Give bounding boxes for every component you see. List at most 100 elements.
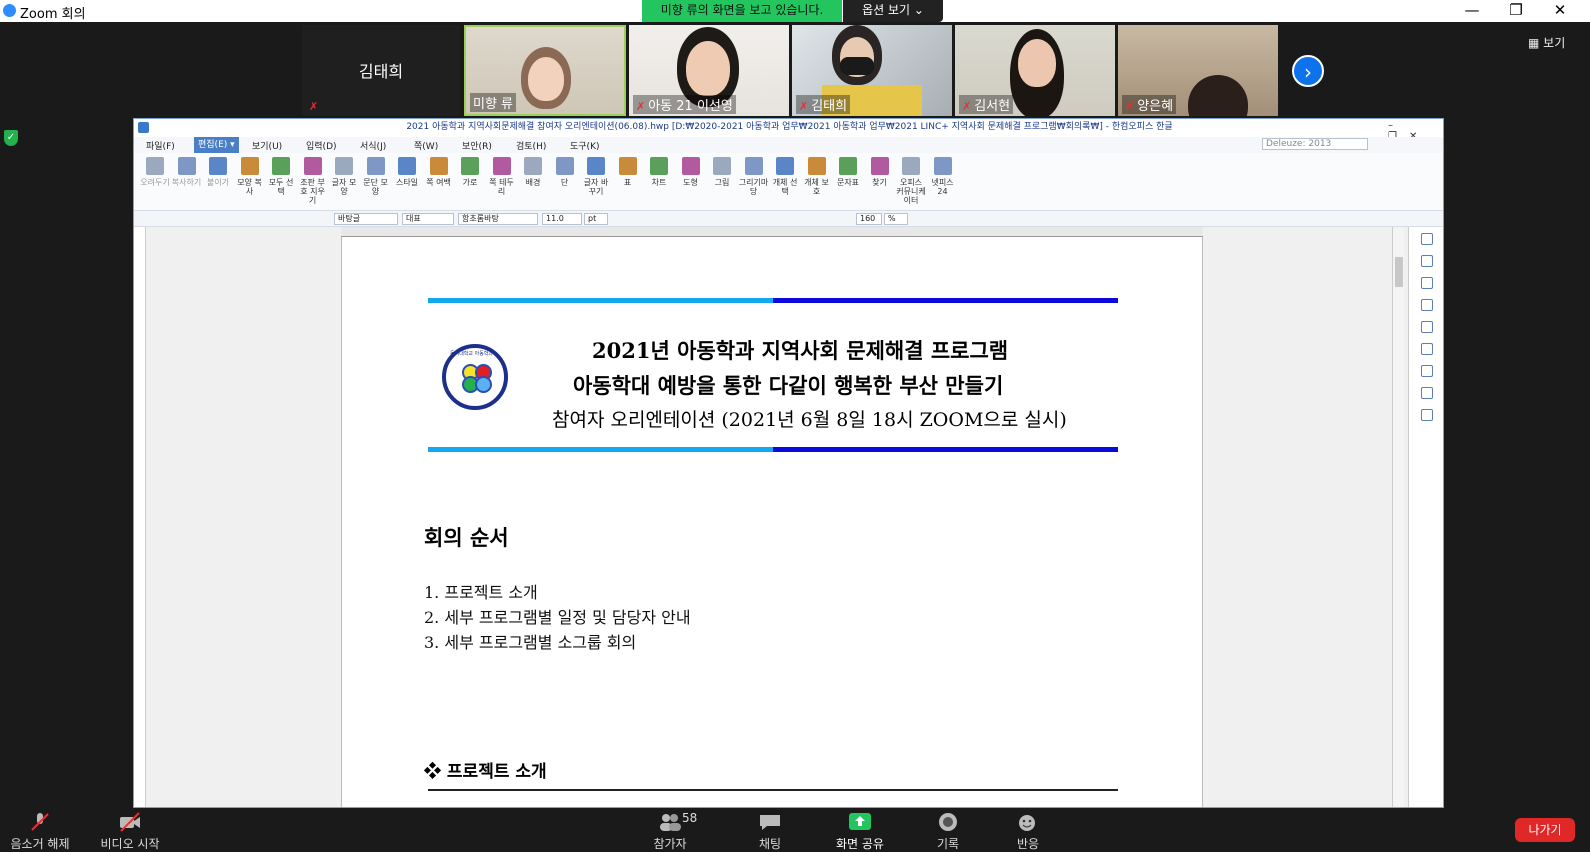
ribbon-button-label: 넷피스 24 <box>931 178 954 196</box>
ribbon-button[interactable]: 찾기 <box>865 157 895 187</box>
participant-name: ✗ 아동 21 이선영 <box>633 95 736 114</box>
side-panel-icon[interactable] <box>1421 277 1433 289</box>
ribbon-button[interactable]: 넷피스 24 <box>928 157 958 196</box>
ribbon-button[interactable]: 쪽 테두리 <box>487 157 517 196</box>
vertical-scrollbar[interactable] <box>1392 227 1404 807</box>
view-button[interactable]: ▦ 보기 <box>1528 34 1565 51</box>
share-banner: 미향 류의 화면을 보고 있습니다. <box>642 0 842 22</box>
participants-button[interactable]: 참가자 <box>630 808 710 852</box>
font-select[interactable]: 함초롬바탕 <box>458 213 538 225</box>
ribbon-button[interactable]: 모양 복사 <box>235 157 265 196</box>
document-title: 2021년 아동학과 지역사회 문제해결 프로그램 <box>592 338 1009 363</box>
ribbon-button[interactable]: 쪽 여백 <box>424 157 454 187</box>
reactions-button[interactable]: 반응 <box>988 808 1068 852</box>
record-button[interactable]: 기록 <box>908 808 988 852</box>
menu-tools[interactable]: 도구(K) <box>570 139 600 152</box>
ribbon-tool-icon <box>366 157 385 175</box>
ribbon-button[interactable]: 붙이기 <box>203 157 233 187</box>
video-tile[interactable]: ✗ 양은혜 <box>1118 25 1278 116</box>
video-tile[interactable]: 김태희 ✗ <box>302 25 460 116</box>
ribbon-button-label: 스타일 <box>395 178 419 187</box>
restore-icon[interactable]: ❐ <box>1496 1 1536 19</box>
ribbon-button[interactable]: 배경 <box>518 157 548 187</box>
ribbon-tool-icon <box>555 157 574 175</box>
menu-format[interactable]: 서식(J) <box>360 139 386 152</box>
ribbon-button[interactable]: 스타일 <box>392 157 422 187</box>
theme-select[interactable]: Deleuze: 2013 <box>1262 138 1368 150</box>
share-screen-button[interactable]: 화면 공유 <box>820 808 900 852</box>
ribbon-button[interactable]: 도형 <box>676 157 706 187</box>
zoom-unit-select[interactable]: % <box>884 213 908 225</box>
agenda-item: 1. 프로젝트 소개 <box>424 583 538 602</box>
menu-page[interactable]: 쪽(W) <box>414 139 438 152</box>
leave-button[interactable]: 나가기 <box>1515 818 1575 842</box>
ribbon-tool-icon <box>272 157 290 175</box>
video-tile[interactable]: ✗ 아동 21 이선영 <box>629 25 789 116</box>
style-select[interactable]: 바탕글 <box>334 213 398 225</box>
ribbon-tool-icon <box>146 157 164 175</box>
close-icon[interactable]: ✕ <box>1540 1 1580 19</box>
table-top-border <box>428 789 1118 791</box>
font-unit-select[interactable]: pt <box>584 213 608 225</box>
zoom-select[interactable]: 160 <box>856 213 882 225</box>
ribbon-button[interactable]: 표 <box>613 157 643 187</box>
ribbon-button[interactable]: 글자 모양 <box>329 157 359 196</box>
menu-insert[interactable]: 입력(D) <box>306 139 337 152</box>
language-select[interactable]: 대표 <box>402 213 454 225</box>
menu-view[interactable]: 보기(U) <box>252 139 282 152</box>
video-tile[interactable]: ✗ 김태희 <box>792 25 952 116</box>
side-panel-icon[interactable] <box>1421 343 1433 355</box>
ribbon-tool-icon <box>303 157 322 175</box>
menu-review[interactable]: 검토(H) <box>516 139 546 152</box>
font-size-select[interactable]: 11.0 <box>542 213 582 225</box>
ribbon-button-label: 쪽 여백 <box>426 178 451 187</box>
minimize-icon[interactable]: — <box>1452 1 1492 19</box>
menu-security[interactable]: 보안(R) <box>462 139 492 152</box>
ribbon-button[interactable]: 문자표 <box>833 157 863 187</box>
side-panel-icon[interactable] <box>1421 299 1433 311</box>
ribbon-button[interactable]: 글자 바꾸기 <box>581 157 611 196</box>
mic-muted-icon: ✗ <box>309 100 319 113</box>
ribbon-tool-icon <box>492 157 511 175</box>
next-page-icon[interactable]: › <box>1292 55 1324 87</box>
subheading-project-intro: ❖ 프로젝트 소개 <box>424 762 547 782</box>
ribbon-tool-icon <box>209 157 227 175</box>
view-options-button[interactable]: 옵션 보기 ⌄ <box>843 0 943 22</box>
header-bar-light <box>428 298 773 303</box>
video-tile[interactable]: ✗ 김서현 <box>955 25 1115 116</box>
ribbon-button[interactable]: 그림 <box>707 157 737 187</box>
ribbon-button[interactable]: 문단 모양 <box>361 157 391 196</box>
chat-button[interactable]: 채팅 <box>730 808 810 852</box>
ribbon-button[interactable]: 단 <box>550 157 580 187</box>
ribbon-button[interactable]: 오려두기 <box>140 157 170 187</box>
side-panel-icon[interactable] <box>1421 365 1433 377</box>
ribbon-button[interactable]: 조판 부호 지우기 <box>298 157 328 205</box>
ribbon-button[interactable]: 개체 보호 <box>802 157 832 196</box>
ribbon-button-label: 모양 복사 <box>237 178 262 196</box>
menu-file[interactable]: 파일(F) <box>146 139 175 152</box>
side-panel-icon[interactable] <box>1421 321 1433 333</box>
ribbon-button[interactable]: 차트 <box>644 157 674 187</box>
ribbon-button-label: 오피스 커뮤니케이터 <box>896 178 926 205</box>
ribbon-button[interactable]: 오피스 커뮤니케이터 <box>896 157 926 205</box>
video-tile-active-speaker[interactable]: 미향 류 <box>464 25 626 116</box>
document-page[interactable]: 동의대학교 아동학과 2021년 아동학과 지역사회 문제해결 프로그램 아동학… <box>341 237 1203 807</box>
ribbon-button-label: 붙이기 <box>206 178 230 187</box>
side-panel-icon[interactable] <box>1421 387 1433 399</box>
side-panel-icon[interactable] <box>1421 409 1433 421</box>
ribbon-button[interactable]: 가로 <box>455 157 485 187</box>
side-panel-icon[interactable] <box>1421 233 1433 245</box>
ribbon-button[interactable]: 개체 선택 <box>770 157 800 196</box>
participant-name: ✗ 양은혜 <box>1122 95 1177 114</box>
ribbon-tool-icon <box>839 157 857 175</box>
horizontal-ruler <box>341 227 1203 237</box>
side-panel-icon[interactable] <box>1421 255 1433 267</box>
start-video-button[interactable]: 비디오 시작 <box>90 808 170 852</box>
ribbon-button[interactable]: 그리기마당 <box>739 157 769 196</box>
ribbon-button-label: 문단 모양 <box>363 178 388 196</box>
record-icon <box>939 813 957 831</box>
menu-edit[interactable]: 편집(E) ▾ <box>194 137 239 153</box>
ribbon-button[interactable]: 복사하기 <box>172 157 202 187</box>
mute-button[interactable]: 음소거 해제 <box>0 808 80 852</box>
ribbon-button[interactable]: 모두 선택 <box>266 157 296 196</box>
